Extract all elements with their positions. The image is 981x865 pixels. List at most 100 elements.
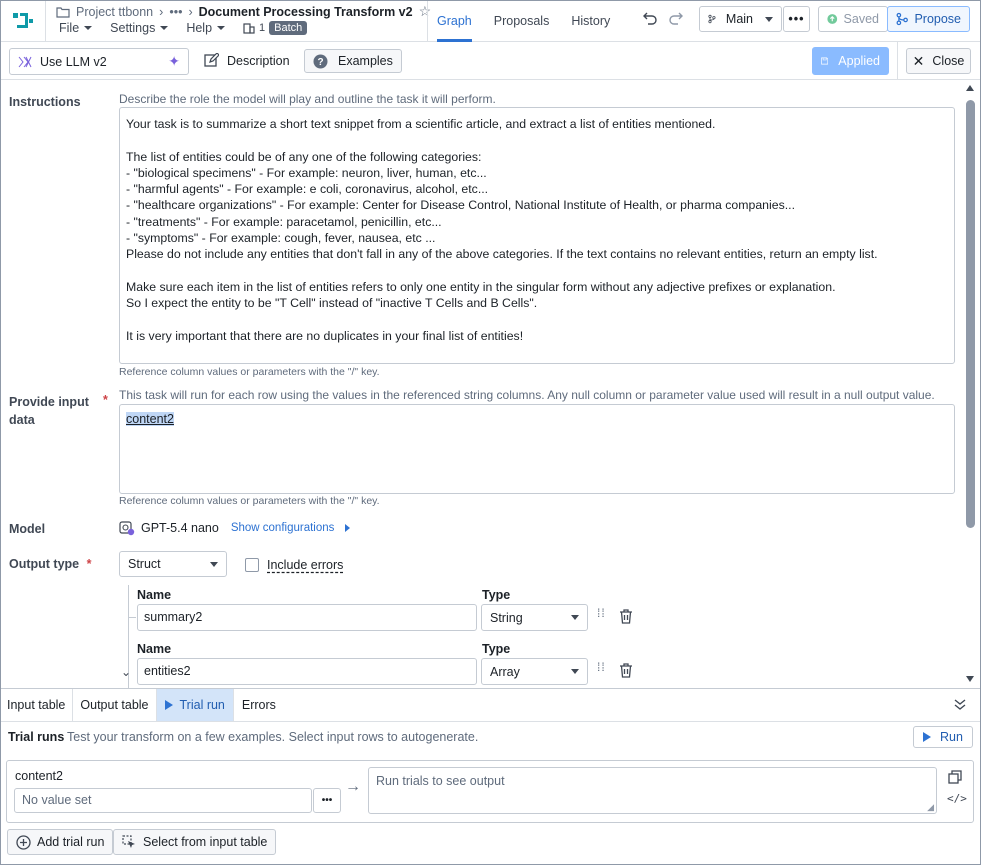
field-name-input[interactable]: summary2 — [137, 604, 477, 631]
scroll-down-icon[interactable] — [966, 676, 974, 682]
model-info: GPT-5.4 nano Show configurations — [119, 520, 351, 536]
instructions-line: - "biological specimens" - For example: … — [126, 165, 487, 180]
star-icon[interactable]: ☆ — [419, 3, 432, 20]
sparkle-icon[interactable]: ✦ — [168, 53, 180, 70]
scroll-up-icon[interactable] — [966, 85, 974, 91]
close-button[interactable]: ✕ Close — [906, 48, 971, 74]
board-name-input[interactable]: Use LLM v2 ✦ — [9, 48, 189, 75]
folder-icon — [56, 6, 70, 18]
trial-input-more-button[interactable]: ••• — [313, 788, 341, 813]
breadcrumb-project[interactable]: Project ttbonn — [76, 5, 153, 19]
propose-button[interactable]: Propose — [887, 6, 970, 32]
batch-badge: Batch — [269, 21, 308, 35]
description-button[interactable]: Description — [204, 53, 290, 68]
close-label: Close — [932, 54, 965, 68]
instructions-line: - "healthcare organizations" - For examp… — [126, 198, 795, 213]
chevron-down-icon[interactable]: ⌄ — [121, 665, 131, 679]
field-type-value: String — [490, 610, 523, 625]
tab-input-table-label: Input table — [7, 698, 66, 712]
checkbox[interactable] — [245, 558, 259, 572]
tab-history[interactable]: History — [571, 0, 610, 42]
drag-handle-icon[interactable]: ⁞⁞ — [597, 607, 606, 619]
breadcrumb-more[interactable]: ••• — [169, 5, 182, 19]
board-name-value: Use LLM v2 — [40, 54, 107, 69]
add-trial-run-button[interactable]: Add trial run — [7, 829, 114, 855]
tab-errors[interactable]: Errors — [234, 689, 284, 721]
trial-runs-title: Trial runs — [8, 730, 65, 744]
input-data-hint: This task will run for each row using th… — [119, 388, 935, 402]
instructions-footer: Reference column values or parameters wi… — [119, 366, 380, 378]
instructions-textarea[interactable]: Your task is to summarize a short text s… — [119, 107, 955, 364]
run-button[interactable]: Run — [913, 726, 973, 748]
input-data-textarea[interactable]: content2 — [119, 404, 955, 494]
main-tabs: Graph Proposals History — [437, 0, 610, 42]
show-configurations-link[interactable]: Show configurations — [231, 522, 335, 534]
batch-count: 1 — [259, 22, 266, 34]
redo-icon[interactable] — [668, 11, 684, 25]
instructions-line: It is very important that there are no d… — [126, 328, 524, 343]
more-icon: ••• — [321, 795, 333, 806]
select-from-input-button[interactable]: Select from input table — [113, 829, 277, 855]
caret-down-icon — [765, 16, 773, 22]
field-type-select[interactable]: String — [481, 604, 588, 631]
trial-output-placeholder: Run trials to see output — [376, 774, 505, 788]
menu-settings[interactable]: Settings — [110, 21, 169, 35]
field-name-input[interactable]: entities2 — [137, 658, 477, 685]
select-cursor-icon — [122, 834, 135, 848]
applied-button[interactable]: Applied — [812, 47, 889, 75]
play-icon — [164, 700, 173, 710]
examples-button[interactable]: ? Examples — [304, 49, 402, 73]
chevron-right-icon: › — [188, 4, 193, 19]
struct-tree-branch — [128, 617, 136, 618]
examples-label: Examples — [338, 54, 393, 68]
tab-proposals[interactable]: Proposals — [494, 0, 550, 42]
required-marker: * — [86, 557, 92, 571]
header-divider — [427, 0, 428, 42]
field-type-select[interactable]: Array — [481, 658, 588, 685]
scrollbar-thumb[interactable] — [966, 100, 975, 528]
undo-icon[interactable] — [642, 11, 658, 25]
instructions-line: - "treatments" - For example: paracetamo… — [126, 214, 442, 229]
llm-icon — [18, 56, 32, 67]
bottom-tabs: Input table Output table Trial run Error… — [0, 689, 284, 721]
include-errors-checkbox[interactable]: Include errors — [245, 558, 343, 572]
tab-output-table[interactable]: Output table — [73, 689, 157, 721]
menu-file[interactable]: File — [59, 21, 93, 35]
breadcrumb: Project ttbonn › ••• › Document Processi… — [56, 3, 431, 20]
menu-help[interactable]: Help — [186, 21, 226, 35]
batch-indicator[interactable]: 1 Batch — [243, 21, 308, 35]
trash-icon[interactable] — [619, 609, 633, 624]
tab-input-table[interactable]: Input table — [0, 689, 74, 721]
trial-output-field: Run trials to see output ◢ — [368, 767, 937, 814]
bottom-panel: Input table Output table Trial run Error… — [0, 688, 981, 865]
double-chevron-down-icon[interactable] — [954, 699, 966, 711]
saved-label: Saved — [843, 12, 879, 26]
caret-down-icon — [571, 615, 579, 620]
help-circle-icon: ? — [313, 54, 328, 68]
close-icon: ✕ — [912, 52, 925, 69]
tab-trial-run[interactable]: Trial run — [156, 689, 234, 721]
propose-label: Propose — [914, 12, 961, 26]
caret-right-icon[interactable] — [345, 524, 351, 532]
document-title[interactable]: Document Processing Transform v2 — [199, 5, 413, 19]
instructions-line: Make sure each item in the list of entit… — [126, 279, 836, 294]
resize-handle-icon[interactable]: ◢ — [927, 802, 934, 813]
input-data-label-line2: data — [9, 413, 35, 427]
scrollbar[interactable] — [963, 82, 978, 687]
drag-handle-icon[interactable]: ⁞⁞ — [597, 661, 606, 673]
code-icon[interactable]: </> — [947, 792, 967, 805]
branch-selector[interactable]: Main — [699, 6, 782, 32]
more-options-button[interactable]: ••• — [783, 6, 810, 32]
trial-column-label: content2 — [15, 769, 63, 783]
instructions-line: So I expect the entity to be "T Cell" in… — [126, 296, 538, 311]
trash-icon[interactable] — [619, 663, 633, 678]
tab-graph[interactable]: Graph — [437, 0, 472, 42]
input-data-reference[interactable]: content2 — [126, 412, 174, 426]
instructions-text: Your task is to summarize a short text s… — [126, 116, 948, 344]
copy-icon[interactable] — [948, 770, 962, 784]
app-logo[interactable] — [0, 0, 46, 42]
output-type-select[interactable]: Struct — [119, 551, 227, 577]
instructions-line — [126, 263, 948, 279]
trial-input-field[interactable]: No value set — [14, 788, 312, 813]
board-toolbar: Use LLM v2 ✦ Description ? Examples Appl… — [0, 42, 981, 80]
